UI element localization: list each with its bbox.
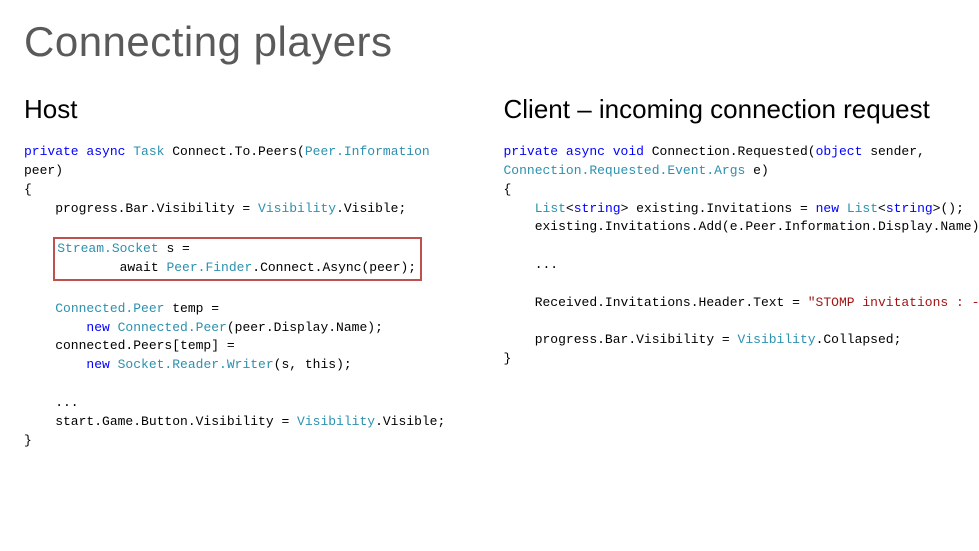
- type-visibility: Visibility: [258, 201, 336, 216]
- indent-r: [504, 201, 535, 216]
- type-eventargs: Connection.Requested.Event.Args: [504, 163, 746, 178]
- lt: <: [566, 201, 574, 216]
- kw-new2: new: [24, 357, 118, 372]
- visible-suffix: .Visible;: [336, 201, 406, 216]
- host-heading: Host: [24, 94, 476, 125]
- kw-string: string: [574, 201, 621, 216]
- type-socketrw: Socket.Reader.Writer: [118, 357, 274, 372]
- kw-object: object: [816, 144, 863, 159]
- after-l4c: (s, this);: [274, 357, 352, 372]
- start-c: .Visible;: [375, 414, 445, 429]
- kw-string2: string: [886, 201, 933, 216]
- add-line: existing.Invitations.Add(e.Peer.Informat…: [504, 219, 979, 234]
- slide-title: Connecting players: [24, 18, 955, 66]
- host-column: Host private async Task Connect.To.Peers…: [24, 94, 476, 451]
- sig-l2b: e): [745, 163, 768, 178]
- type-list: List: [535, 201, 566, 216]
- host-code-block: private async Task Connect.To.Peers(Peer…: [24, 143, 476, 451]
- list-j: >();: [933, 201, 964, 216]
- type-task: Task: [133, 144, 164, 159]
- type-streamsocket: Stream.Socket: [57, 241, 158, 256]
- kw-private-async: private async: [24, 144, 133, 159]
- method-name: Connect.To.Peers(: [164, 144, 304, 159]
- client-heading: Client – incoming connection request: [504, 94, 956, 125]
- box-l2c: .Connect.Async(peer);: [252, 260, 416, 275]
- list-e: > existing.Invitations =: [621, 201, 816, 216]
- prog-a: progress.Bar.Visibility =: [504, 332, 738, 347]
- highlighted-box: Stream.Socket s = await Peer.Finder.Conn…: [53, 237, 422, 281]
- box-l2a: await: [57, 260, 166, 275]
- close-brace: }: [24, 433, 32, 448]
- lt2: <: [878, 201, 886, 216]
- indent: [24, 301, 55, 316]
- dots-r: ...: [504, 257, 559, 272]
- after-l1c: temp =: [164, 301, 219, 316]
- kw-new: new: [24, 320, 118, 335]
- kw-new-r: new: [816, 201, 847, 216]
- type-visibility-r: Visibility: [738, 332, 816, 347]
- client-code-block: private async void Connection.Requested(…: [504, 143, 956, 369]
- open-brace: {: [504, 182, 512, 197]
- close-brace-r: }: [504, 351, 512, 366]
- prog-c: .Collapsed;: [816, 332, 902, 347]
- type-visibility2: Visibility: [297, 414, 375, 429]
- after-l3: connected.Peers[temp] =: [24, 338, 235, 353]
- type-peerfinder: Peer.Finder: [166, 260, 252, 275]
- dots: ...: [24, 395, 79, 410]
- type-list2: List: [847, 201, 878, 216]
- two-column-layout: Host private async Task Connect.To.Peers…: [24, 94, 955, 451]
- after-l2c: (peer.Display.Name);: [227, 320, 383, 335]
- sig-tail: peer) { progress.Bar.Visibility =: [24, 163, 258, 216]
- box-l1b: s =: [159, 241, 190, 256]
- start-a: start.Game.Button.Visibility =: [24, 414, 297, 429]
- sender: sender,: [862, 144, 924, 159]
- type-connectedpeer: Connected.Peer: [55, 301, 164, 316]
- type-connectedpeer2: Connected.Peer: [118, 320, 227, 335]
- kw-private-async-void: private async void: [504, 144, 644, 159]
- type-peerinfo: Peer.Information: [305, 144, 430, 159]
- recv-a: Received.Invitations.Header.Text =: [504, 295, 808, 310]
- string-literal: "STOMP invitations : -)": [808, 295, 979, 310]
- client-column: Client – incoming connection request pri…: [504, 94, 956, 451]
- method-name-r: Connection.Requested(: [644, 144, 816, 159]
